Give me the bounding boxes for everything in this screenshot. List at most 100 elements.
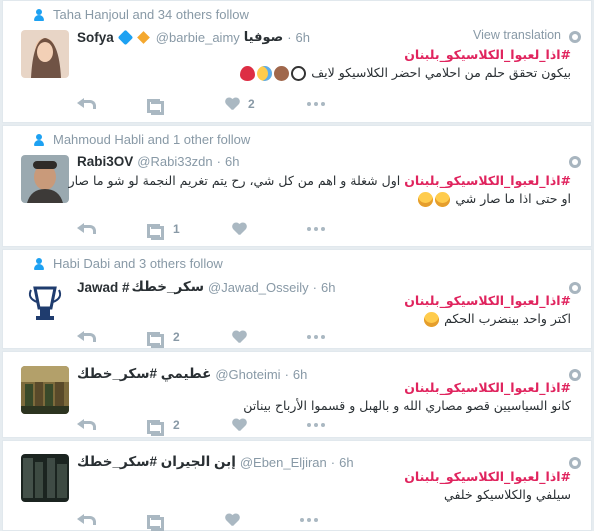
hashtag-link[interactable]: #اذا_لعبوا_الكلاسيكو_بلبنان bbox=[71, 46, 571, 64]
tweet-text: #اذا_لعبوا_الكلاسيكو_بلبنان اكتر واحد بي… bbox=[71, 292, 571, 328]
tweet-actions: 2 bbox=[77, 330, 379, 348]
hashtag-link[interactable]: #اذا_لعبوا_الكلاسيكو_بلبنان bbox=[71, 292, 571, 310]
user-name[interactable]: Rabi3OV bbox=[77, 154, 133, 169]
like-button[interactable] bbox=[232, 331, 255, 344]
retweet-icon bbox=[145, 222, 165, 240]
tweet[interactable]: إبن الجيران #سكر_خطك @Eben_Eljiran · 6h … bbox=[2, 440, 592, 531]
reply-button[interactable] bbox=[77, 223, 96, 235]
tweet-text: #اذا_لعبوا_الكلاسيكو_بلبنان كانو السياسي… bbox=[71, 379, 571, 415]
tweet-time[interactable]: 6h bbox=[225, 154, 239, 169]
hashtag-link[interactable]: #اذا_لعبوا_الكلاسيكو_بلبنان bbox=[404, 173, 571, 188]
tweet[interactable]: Taha Hanjoul and 34 others follow Sofya … bbox=[2, 0, 592, 123]
reply-button[interactable] bbox=[77, 331, 96, 343]
heart-icon bbox=[225, 98, 240, 111]
verified-icon bbox=[117, 29, 134, 45]
ball-icon bbox=[291, 66, 307, 81]
reply-button[interactable] bbox=[77, 514, 96, 526]
hashtag-link[interactable]: #اذا_لعبوا_الكلاسيكو_بلبنان bbox=[71, 468, 571, 486]
avatar-image bbox=[21, 30, 69, 78]
more-icon bbox=[306, 102, 327, 106]
separator-dot: · bbox=[287, 29, 292, 45]
tweet-timeline: Taha Hanjoul and 34 others follow Sofya … bbox=[2, 0, 592, 531]
tweet-time[interactable]: 6h bbox=[296, 30, 310, 45]
tweet-header: Sofya @barbie_aimy صوفيا · 6h bbox=[77, 29, 310, 45]
retweet-button[interactable]: 1 bbox=[145, 222, 180, 240]
tweet-body: اكتر واحد بينضرب الحكم bbox=[444, 311, 571, 326]
tweet-actions: 2 bbox=[77, 97, 379, 115]
retweet-icon bbox=[145, 513, 165, 531]
heart-emoji-icon bbox=[240, 66, 256, 81]
social-context: Taha Hanjoul and 34 others follow bbox=[34, 7, 249, 22]
user-handle[interactable]: @Rabi33zdn bbox=[137, 154, 212, 169]
diamond-icon bbox=[136, 30, 150, 44]
retweet-button[interactable]: 2 bbox=[145, 418, 180, 436]
reply-icon bbox=[77, 419, 96, 431]
tweet-text: #اذا_لعبوا_الكلاسيكو_بلبنان سيلفي والكلا… bbox=[71, 468, 571, 504]
reply-icon bbox=[77, 223, 96, 235]
more-icon bbox=[300, 518, 320, 522]
like-button[interactable] bbox=[225, 514, 248, 527]
retweet-icon bbox=[145, 97, 165, 115]
reply-icon bbox=[77, 98, 96, 110]
globe-icon bbox=[569, 31, 581, 43]
laugh-icon bbox=[418, 192, 434, 207]
more-icon bbox=[306, 335, 327, 339]
globe-icon bbox=[569, 156, 581, 168]
like-button[interactable] bbox=[232, 419, 255, 432]
more-icon bbox=[306, 227, 327, 231]
view-translation-link[interactable]: View translation bbox=[473, 28, 561, 42]
like-count: 2 bbox=[248, 97, 255, 111]
tweet-body: سيلفي والكلاسيكو خلفي bbox=[444, 487, 571, 502]
laugh-icon bbox=[424, 312, 440, 327]
hashtag-link[interactable]: #اذا_لعبوا_الكلاسيكو_بلبنان bbox=[71, 379, 571, 397]
avatar-image bbox=[21, 155, 69, 203]
more-button[interactable] bbox=[306, 227, 327, 231]
avatar-image bbox=[21, 366, 69, 414]
retweet-count: 1 bbox=[173, 222, 180, 236]
tweet-actions: 2 bbox=[77, 418, 379, 436]
retweet-icon bbox=[145, 418, 165, 436]
tweet[interactable]: غطيمي #سكر_خطك @Ghoteimi · 6h #اذا_لعبوا… bbox=[2, 351, 592, 438]
avatar[interactable] bbox=[21, 454, 69, 502]
retweet-button[interactable] bbox=[145, 513, 173, 531]
retweet-icon bbox=[145, 330, 165, 348]
avatar[interactable] bbox=[21, 278, 69, 326]
user-handle[interactable]: @barbie_aimy bbox=[156, 30, 240, 45]
retweet-button[interactable] bbox=[145, 97, 173, 115]
reply-button[interactable] bbox=[77, 98, 96, 110]
tweet[interactable]: Mahmoud Habli and 1 other follow Rabi3OV… bbox=[2, 125, 592, 247]
tweet-actions bbox=[77, 513, 372, 531]
avatar-image bbox=[21, 454, 69, 502]
tweet-header: Rabi3OV @Rabi33zdn · 6h bbox=[77, 154, 239, 169]
retweet-count: 2 bbox=[173, 418, 180, 432]
reply-icon bbox=[77, 514, 96, 526]
heart-icon bbox=[232, 223, 247, 236]
more-button[interactable] bbox=[300, 518, 320, 522]
avatar-image bbox=[21, 278, 69, 326]
user-name[interactable]: Sofya bbox=[77, 30, 114, 45]
avatar[interactable] bbox=[21, 30, 69, 78]
laugh-icon bbox=[435, 192, 451, 207]
tweet-body: كانو السياسيين قصو مصاري الله و بالهبل و… bbox=[243, 398, 571, 413]
tweet-text: #اذا_لعبوا_الكلاسيكو_بلبنان اول شغلة و ا… bbox=[66, 172, 571, 208]
social-context: Habi Dabi and 3 others follow bbox=[34, 256, 223, 271]
more-button[interactable] bbox=[306, 423, 327, 427]
separator-dot: · bbox=[216, 154, 221, 169]
follow-context-icon bbox=[33, 133, 45, 146]
tweet-actions: 1 bbox=[77, 222, 379, 240]
more-button[interactable] bbox=[306, 335, 327, 339]
more-button[interactable] bbox=[306, 102, 327, 106]
like-button[interactable] bbox=[232, 223, 255, 236]
tweet[interactable]: Habi Dabi and 3 others follow Jawad # سك… bbox=[2, 249, 592, 349]
avatar[interactable] bbox=[21, 366, 69, 414]
cry-icon bbox=[257, 66, 273, 81]
follow-context-icon bbox=[33, 257, 45, 270]
handle-suffix: صوفيا bbox=[243, 29, 284, 44]
tweet-body: بيكون تحقق حلم من احلامي احضر الكلاسيكو … bbox=[311, 65, 571, 80]
retweet-button[interactable]: 2 bbox=[145, 330, 180, 348]
reply-button[interactable] bbox=[77, 419, 96, 431]
like-button[interactable]: 2 bbox=[225, 97, 255, 111]
reply-icon bbox=[77, 331, 96, 343]
avatar[interactable] bbox=[21, 155, 69, 203]
more-icon bbox=[306, 423, 327, 427]
